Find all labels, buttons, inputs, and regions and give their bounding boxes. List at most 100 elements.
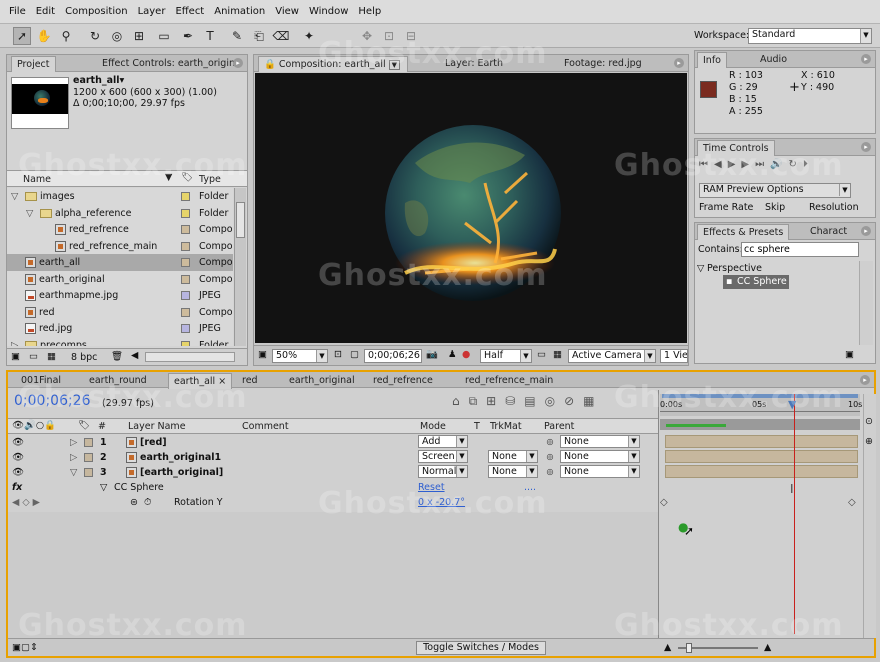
- playhead-line[interactable]: [794, 394, 795, 634]
- layer-bar-3[interactable]: [665, 465, 858, 478]
- project-item[interactable]: earthmapme.jpg JPEG: [7, 287, 233, 304]
- workspace-select[interactable]: Standard ▼: [748, 28, 872, 44]
- eye-icon[interactable]: 👁: [12, 450, 24, 465]
- label-swatch[interactable]: [181, 208, 190, 218]
- label-swatch[interactable]: [181, 258, 190, 267]
- timeline-tab[interactable]: earth_round: [84, 373, 152, 389]
- close-tab-icon[interactable]: ×: [215, 376, 226, 387]
- selection-tool-icon[interactable]: ➚: [13, 27, 31, 45]
- tab-audio[interactable]: Audio: [755, 52, 792, 68]
- info-menu-icon[interactable]: ▸: [861, 54, 871, 64]
- timeline-tab[interactable]: red: [237, 373, 263, 389]
- parent-select[interactable]: None ▼: [560, 465, 640, 478]
- effect-cc-sphere[interactable]: ▪ CC Sphere: [723, 275, 789, 289]
- new-folder-icon[interactable]: ▭: [29, 351, 38, 362]
- project-item[interactable]: ▽ images Folder: [7, 188, 233, 205]
- zoom-tool-icon[interactable]: ⚲: [57, 27, 75, 45]
- menu-composition[interactable]: Composition: [60, 6, 132, 17]
- effects-menu-icon[interactable]: ▸: [861, 226, 871, 236]
- puppet-tool-icon[interactable]: ✦: [300, 27, 318, 45]
- layer-twirl-icon[interactable]: ▷: [70, 435, 77, 450]
- layer-name[interactable]: [red]: [140, 437, 167, 448]
- pickwhip-icon[interactable]: ⊚: [546, 435, 554, 450]
- layer-name[interactable]: earth_original1: [140, 452, 221, 463]
- project-item[interactable]: earth_original Compos: [7, 271, 233, 288]
- tab-character[interactable]: Charact: [805, 224, 852, 240]
- work-area-bar[interactable]: [662, 394, 858, 398]
- camera-tool-icon[interactable]: ◎: [108, 27, 126, 45]
- time-controls-menu-icon[interactable]: ▸: [861, 142, 871, 152]
- resolution-select[interactable]: Half ▼: [480, 349, 532, 363]
- layer-name[interactable]: [earth_original]: [140, 467, 223, 478]
- twirl-icon[interactable]: ▽: [26, 205, 38, 222]
- parent-select[interactable]: None ▼: [560, 435, 640, 448]
- playback-buttons[interactable]: ⏮◀▶▶⏭🔊↻⏵: [699, 159, 873, 173]
- timeline-tab[interactable]: red_refrence_main: [460, 373, 558, 389]
- parent-select[interactable]: None ▼: [560, 450, 640, 463]
- tab-layer[interactable]: Layer: Earth: [440, 56, 508, 72]
- pickwhip-icon[interactable]: ⊚: [546, 450, 554, 465]
- world-axis-icon[interactable]: ⊡: [380, 27, 398, 45]
- timeline-tab[interactable]: 001Final: [16, 373, 66, 389]
- axis-mode-icon[interactable]: ✥: [358, 27, 376, 45]
- menu-animation[interactable]: Animation: [209, 6, 270, 17]
- menu-effect[interactable]: Effect: [170, 6, 209, 17]
- layer-bar-2[interactable]: [665, 450, 858, 463]
- timeline-tab[interactable]: red_refrence: [368, 373, 438, 389]
- delete-icon[interactable]: 🗑: [111, 351, 123, 362]
- menu-layer[interactable]: Layer: [133, 6, 171, 17]
- composition-canvas[interactable]: [255, 73, 687, 343]
- col-type[interactable]: Type: [199, 174, 221, 185]
- col-layer-name[interactable]: Layer Name: [128, 421, 186, 432]
- timeline-layer-row[interactable]: 👁 ▷ 2 earth_original1 Screen ▼ None ▼ ⊚ None ▼: [8, 450, 658, 465]
- label-swatch[interactable]: [181, 291, 190, 300]
- timeline-layer-row[interactable]: 👁 ▷ 1 [red] Add ▼ ⊚ None ▼: [8, 435, 658, 450]
- layer-twirl-icon[interactable]: ▽: [70, 465, 77, 480]
- snapshot-icon[interactable]: 📷: [426, 349, 438, 360]
- panel-menu-icon[interactable]: ▸: [233, 58, 243, 68]
- label-swatch[interactable]: [181, 192, 190, 201]
- toggle-switches-button[interactable]: Toggle Switches / Modes: [416, 641, 546, 655]
- mode-select[interactable]: Screen ▼: [418, 450, 468, 463]
- safe-zones-icon[interactable]: ⊡: [334, 349, 342, 360]
- fx-icon[interactable]: fx: [12, 482, 22, 493]
- eraser-tool-icon[interactable]: ⌫: [272, 27, 290, 45]
- text-tool-icon[interactable]: T: [201, 27, 219, 45]
- zoom-out-icon[interactable]: ▲: [664, 642, 671, 653]
- perspective-twirl-icon[interactable]: ▽: [697, 263, 704, 274]
- tab-effects-presets[interactable]: Effects & Presets: [697, 224, 790, 240]
- col-name[interactable]: Name: [23, 174, 51, 185]
- project-item[interactable]: earth_all Compos: [7, 254, 233, 271]
- effects-search-input[interactable]: [741, 242, 859, 257]
- hand-tool-icon[interactable]: ✋: [35, 27, 53, 45]
- menu-view[interactable]: View: [270, 6, 304, 17]
- tab-footage[interactable]: Footage: red.jpg: [559, 56, 647, 72]
- mode-select[interactable]: Add ▼: [418, 435, 468, 448]
- interpret-footage-icon[interactable]: ▣: [11, 351, 20, 362]
- keyframe-nav-icon[interactable]: ◀ ◇ ▶: [12, 497, 40, 508]
- always-preview-icon[interactable]: ▣: [258, 349, 267, 360]
- scroll-left-icon[interactable]: ◀: [131, 350, 138, 361]
- twirl-icon[interactable]: ▷: [11, 337, 23, 347]
- timecode-field[interactable]: 0;00;06;26: [364, 349, 422, 363]
- tab-time-controls[interactable]: Time Controls: [697, 140, 775, 156]
- timeline-menu-icon[interactable]: ▸: [860, 375, 870, 385]
- expression-icon[interactable]: ⊜: [130, 497, 138, 508]
- tab-info[interactable]: Info: [697, 52, 727, 68]
- trkmat-select[interactable]: None ▼: [488, 450, 538, 463]
- menu-window[interactable]: Window: [304, 6, 353, 17]
- pen-tool-icon[interactable]: ✒: [179, 27, 197, 45]
- label-swatch[interactable]: [181, 340, 190, 346]
- project-item[interactable]: red_refrence_main Compos: [7, 238, 233, 255]
- keyframe-end-icon[interactable]: ◇: [848, 497, 856, 508]
- tab-composition[interactable]: 🔒 Composition: earth_all ▼: [258, 56, 408, 72]
- project-item[interactable]: ▽ alpha_reference Folder: [7, 205, 233, 222]
- timeline-timecode[interactable]: 0;00;06;26: [14, 393, 91, 409]
- mode-select[interactable]: Normal ▼: [418, 465, 468, 478]
- eye-icon[interactable]: 👁: [12, 465, 24, 480]
- layer-label-swatch[interactable]: [84, 468, 93, 477]
- project-item[interactable]: red.jpg JPEG: [7, 320, 233, 337]
- col-comment[interactable]: Comment: [242, 421, 289, 432]
- time-ruler[interactable]: 0:00s 05s 10s: [660, 394, 862, 416]
- clone-stamp-tool-icon[interactable]: ⎗: [250, 27, 268, 45]
